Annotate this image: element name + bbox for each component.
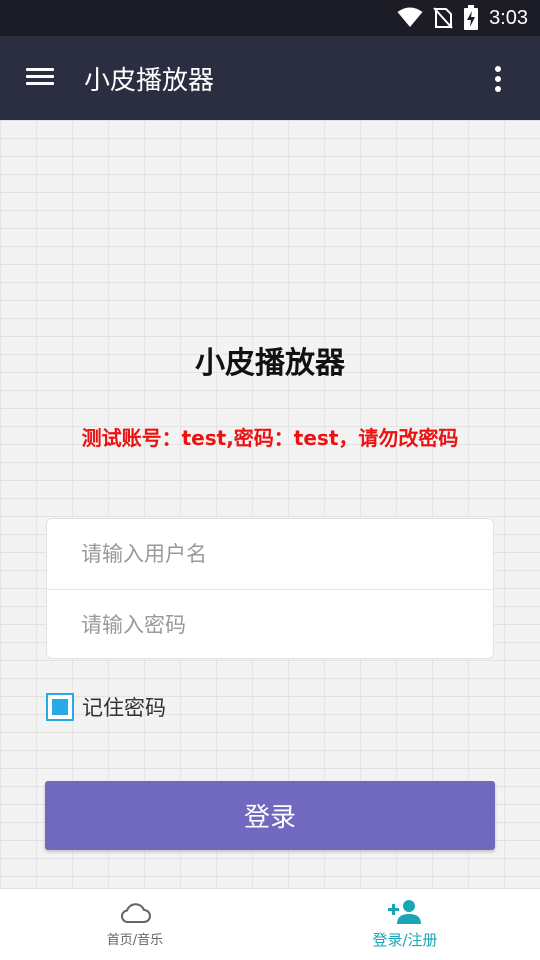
hamburger-menu-icon[interactable] [26, 64, 58, 92]
nav-item-login-register[interactable]: 登录/注册 [270, 889, 540, 960]
username-row [47, 519, 493, 589]
cloud-icon [121, 903, 151, 923]
login-form [46, 518, 494, 659]
status-icons: 3:03 [397, 0, 528, 36]
app-bar: 小皮播放器 [0, 36, 540, 120]
bottom-navigation: 首页/音乐 登录/注册 [0, 888, 540, 960]
nav-label-home-music: 首页/音乐 [106, 933, 164, 948]
page-title: 小皮播放器 [195, 346, 345, 381]
remember-password-checkbox[interactable] [46, 693, 74, 721]
add-user-icon [388, 900, 421, 924]
nav-item-home-music[interactable]: 首页/音乐 [0, 889, 270, 960]
nav-label-login-register: 登录/注册 [372, 931, 438, 949]
remember-password-label: 记住密码 [82, 696, 166, 720]
status-bar: 3:03 [0, 0, 540, 36]
test-account-hint: 测试账号：test,密码：test，请勿改密码 [81, 426, 459, 450]
status-time: 3:03 [489, 6, 528, 29]
wifi-icon [397, 7, 423, 27]
more-vertical-icon[interactable] [486, 62, 510, 96]
no-sim-icon [433, 7, 453, 29]
username-input[interactable] [81, 542, 461, 566]
remember-password-toggle[interactable]: 记住密码 [46, 692, 166, 722]
password-row [47, 589, 493, 659]
password-input[interactable] [81, 612, 461, 637]
app-bar-title: 小皮播放器 [84, 66, 215, 96]
checkbox-checked-mark [52, 699, 68, 715]
login-button[interactable]: 登录 [45, 781, 495, 850]
battery-charging-icon [464, 5, 479, 30]
login-content: 小皮播放器 测试账号：test,密码：test，请勿改密码 记住密码 登录 [0, 120, 540, 888]
